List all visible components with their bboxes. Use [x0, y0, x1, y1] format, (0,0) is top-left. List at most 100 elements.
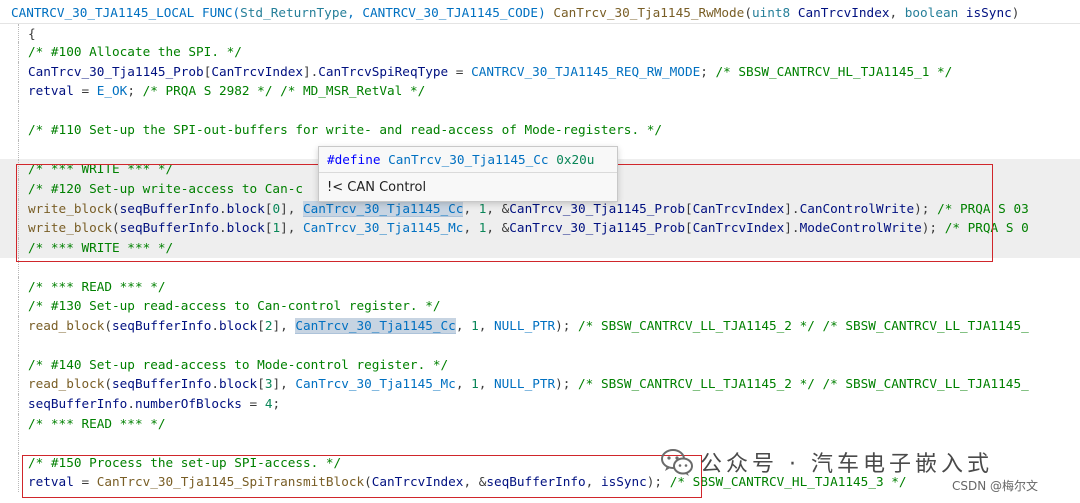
code-line[interactable]: CanTrcv_30_Tja1145_Prob[CanTrcvIndex].Ca… [0, 61, 1080, 82]
selected-identifier: CanTrcv_30_Tja1145_Cc [303, 200, 464, 217]
code-token: ]. [303, 63, 319, 79]
code-token: CanControlWrite [799, 200, 915, 216]
code-token: { [28, 25, 36, 41]
code-token: retval [28, 83, 74, 99]
code-token: CANTRCV_30_TJA1145_LOCAL FUNC( [11, 5, 241, 20]
code-line-text: /* *** READ *** */ [28, 277, 166, 297]
code-line-text: retval = E_OK; /* PRQA S 2982 */ /* MD_M… [28, 81, 425, 101]
code-line[interactable]: { [0, 22, 1080, 44]
indent-guide [18, 276, 19, 297]
code-token: write_block [28, 200, 113, 216]
code-comment: /* #100 Allocate the SPI. */ [28, 44, 242, 60]
code-token: . [127, 396, 135, 411]
code-token: E_OK [96, 83, 128, 99]
code-token: read_block [28, 317, 105, 333]
code-token: seqBufferInfo [112, 376, 212, 392]
indent-guide [18, 237, 19, 258]
code-line-text: { [28, 24, 36, 44]
indent-guide [18, 159, 19, 180]
code-token: , [889, 5, 905, 20]
indent-guide [18, 354, 19, 375]
code-token: ], [280, 220, 304, 236]
code-token: , [585, 474, 601, 490]
code-line-text: /* #110 Set-up the SPI-out-buffers for w… [28, 120, 662, 140]
code-token: isSync [600, 474, 647, 490]
code-line[interactable]: read_block(seqBufferInfo.block[3], CanTr… [0, 374, 1080, 395]
indent-guide [18, 315, 19, 336]
code-line[interactable]: retval = E_OK; /* PRQA S 2982 */ /* MD_M… [0, 81, 1080, 102]
code-line[interactable]: /* #110 Set-up the SPI-out-buffers for w… [0, 120, 1080, 141]
indent-guide [18, 178, 19, 199]
code-line-text: read_block(seqBufferInfo.block[2], CanTr… [28, 316, 1029, 336]
code-token: . [218, 200, 227, 216]
csdn-credit: CSDN @梅尔文 [951, 479, 1038, 493]
code-line-text: /* *** WRITE *** */ [28, 238, 173, 258]
watermark-text: 公众号 · 汽车电子嵌入式 [700, 452, 993, 477]
code-token: seqBufferInfo [28, 396, 128, 411]
code-token: uint8 [751, 5, 791, 20]
code-line[interactable] [0, 100, 1080, 121]
code-token: , [463, 200, 479, 216]
code-line-text: /* #140 Set-up read-access to Mode-contr… [28, 355, 448, 375]
indent-guide [18, 452, 19, 473]
hover-divider [319, 172, 617, 173]
code-line[interactable]: write_block(seqBufferInfo.block [1], CanT… [0, 218, 1080, 239]
code-line[interactable]: /* #100 Allocate the SPI. */ [0, 42, 1080, 63]
code-token: CanTrcvIndex [797, 5, 890, 20]
code-token: ( [364, 474, 372, 490]
hover-define-name: CanTrcv_30_Tja1145_Cc [388, 152, 549, 167]
code-line[interactable]: CANTRCV_30_TJA1145_LOCAL FUNC(Std_Return… [0, 3, 1080, 23]
wechat-watermark: 公众号 · 汽车电子嵌入式 [660, 442, 993, 482]
code-token: ], [272, 376, 296, 392]
hover-define-value: 0x20u [556, 152, 595, 167]
code-token: block [218, 376, 258, 392]
indent-guide [18, 139, 19, 160]
code-line[interactable] [0, 335, 1080, 356]
code-token: block [226, 200, 265, 216]
wechat-icon [660, 447, 694, 477]
indent-guide [18, 23, 19, 44]
indent-guide [18, 81, 19, 102]
code-token: ; [127, 83, 143, 99]
definition-hover-tooltip: #define CanTrcv_30_Tja1145_Cc 0x20u !< C… [318, 146, 618, 202]
code-token: CanTrcv_30_Tja1145_RwMode [553, 5, 745, 20]
code-comment: /* PRQA S 0 [944, 220, 1029, 236]
code-line[interactable]: /* *** READ *** */ [0, 413, 1080, 434]
code-token: [ [684, 200, 693, 216]
code-line[interactable]: read_block(seqBufferInfo.block[2], CanTr… [0, 315, 1080, 336]
code-comment: /* PRQA S 03 [937, 200, 1029, 216]
code-line-text: /* *** READ *** */ [28, 414, 166, 434]
code-line[interactable]: /* #140 Set-up read-access to Mode-contr… [0, 354, 1080, 375]
code-line[interactable] [0, 257, 1080, 278]
code-token: ( [112, 220, 120, 236]
code-token: , [455, 317, 472, 333]
code-line-text: write_block(seqBufferInfo.block [1], CanT… [28, 218, 1029, 238]
code-token: = [73, 474, 97, 490]
code-token: , [478, 317, 495, 333]
code-token: , & [486, 200, 510, 216]
code-token: [ [257, 317, 265, 333]
code-token: 1 [272, 220, 281, 236]
code-token: CANTRCV_30_TJA1145_REQ_RW_MODE [471, 63, 701, 79]
indent-guide [18, 413, 19, 434]
code-token: CanTrcv_30_Tja1145_Prob [509, 220, 685, 236]
hover-signature: #define CanTrcv_30_Tja1145_Cc 0x20u [327, 151, 594, 169]
code-token: ( [112, 200, 120, 216]
code-line[interactable]: seqBufferInfo.numberOfBlocks = 4; [0, 394, 1080, 414]
code-token: ], [280, 200, 304, 216]
code-token: ( [104, 317, 113, 333]
code-token: retval [28, 474, 74, 490]
code-comment: /* *** WRITE *** */ [28, 161, 174, 177]
indent-guide [18, 335, 19, 356]
code-token: , [455, 376, 472, 392]
code-editor[interactable]: CANTRCV_30_TJA1145_LOCAL FUNC(Std_Return… [0, 0, 1080, 503]
indent-guide [18, 374, 19, 395]
hover-define-keyword: #define [327, 152, 381, 167]
code-line[interactable]: /* *** READ *** */ [0, 276, 1080, 297]
code-line[interactable]: /* *** WRITE *** */ [0, 237, 1080, 258]
code-token: ); [555, 317, 579, 333]
code-token: ( [104, 376, 113, 392]
code-line[interactable]: /* #130 Set-up read-access to Can-contro… [0, 296, 1080, 317]
code-token: seqBufferInfo [119, 200, 219, 216]
